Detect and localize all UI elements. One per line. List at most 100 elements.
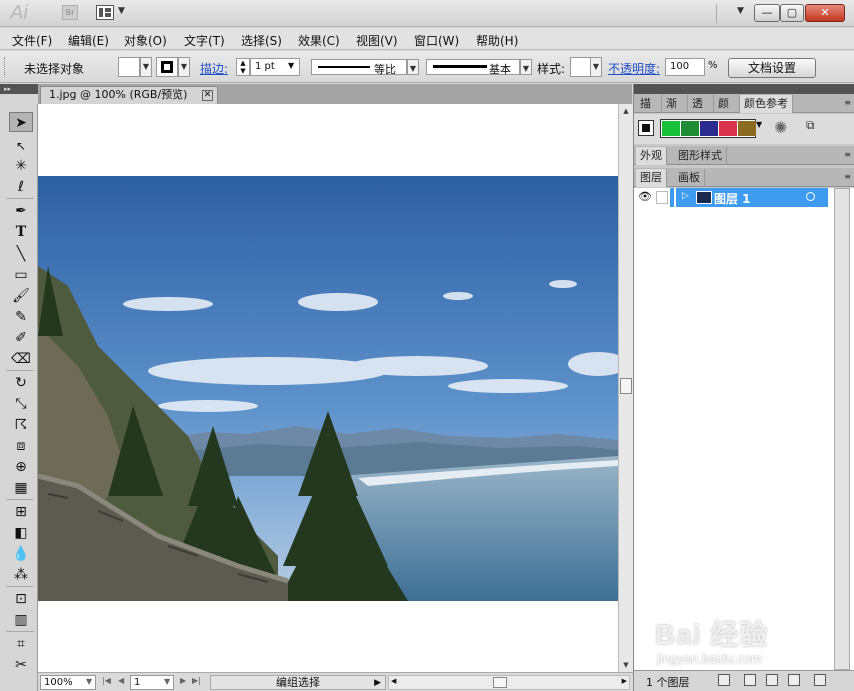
- status-menu-arrow-icon[interactable]: ▶: [374, 676, 381, 690]
- scroll-up-icon[interactable]: ▲: [619, 104, 633, 118]
- menu-window[interactable]: 窗口(W): [414, 32, 459, 49]
- shape-builder-tool-icon[interactable]: ⊕: [9, 457, 33, 477]
- lock-toggle[interactable]: [656, 191, 668, 204]
- toolbox-header[interactable]: ▸▸: [0, 84, 38, 94]
- menu-edit[interactable]: 编辑(E): [68, 32, 109, 49]
- menu-view[interactable]: 视图(V): [356, 32, 398, 49]
- magic-wand-tool-icon[interactable]: ✳: [9, 156, 33, 176]
- scroll-down-icon[interactable]: ▼: [619, 658, 633, 672]
- close-button[interactable]: ✕: [805, 4, 845, 22]
- layer-name[interactable]: 图层 1: [714, 190, 751, 207]
- color-wheel-icon[interactable]: ✺: [774, 118, 787, 137]
- tab-stroke[interactable]: 描边: [636, 95, 662, 113]
- workspace-switcher-chevron-icon[interactable]: ▼: [737, 6, 744, 16]
- brush-dropdown[interactable]: ▼: [520, 59, 532, 75]
- document-tab[interactable]: 1.jpg @ 100% (RGB/预览) ✕: [40, 86, 218, 104]
- panel-menu-icon[interactable]: ≡: [844, 98, 851, 107]
- create-sublayer-icon[interactable]: [766, 674, 778, 686]
- layers-scrollbar[interactable]: [834, 188, 850, 670]
- arrange-documents-icon[interactable]: [96, 5, 114, 20]
- menu-help[interactable]: 帮助(H): [476, 32, 518, 49]
- minimize-button[interactable]: —: [754, 4, 780, 22]
- lasso-tool-icon[interactable]: ℓ: [9, 177, 33, 197]
- opacity-link[interactable]: 不透明度:: [608, 60, 660, 77]
- harmony-swatch[interactable]: [738, 121, 756, 136]
- stroke-stepper[interactable]: ▲ ▼: [236, 58, 250, 76]
- eraser-tool-icon[interactable]: ⌫: [9, 349, 33, 369]
- chevron-down-icon[interactable]: ▼: [86, 677, 92, 686]
- blend-tool-icon[interactable]: ⁂: [9, 565, 33, 585]
- stroke-link[interactable]: 描边:: [200, 60, 228, 77]
- line-segment-tool-icon[interactable]: ╲: [9, 244, 33, 264]
- scroll-thumb[interactable]: [620, 378, 632, 394]
- menu-object[interactable]: 对象(O): [124, 32, 167, 49]
- chevron-down-icon[interactable]: ▼: [288, 61, 294, 70]
- graphic-style-swatch[interactable]: [570, 57, 592, 77]
- previous-artboard-icon[interactable]: ◀: [118, 676, 124, 685]
- first-artboard-icon[interactable]: |◀: [102, 676, 111, 685]
- harmony-swatch[interactable]: [700, 121, 718, 136]
- menu-type[interactable]: 文字(T): [184, 32, 225, 49]
- profile-dropdown[interactable]: ▼: [407, 59, 419, 75]
- perspective-grid-tool-icon[interactable]: ▦: [9, 478, 33, 498]
- harmony-swatch[interactable]: [719, 121, 737, 136]
- fill-dropdown[interactable]: ▼: [140, 57, 152, 77]
- last-artboard-icon[interactable]: ▶|: [192, 676, 201, 685]
- tab-layers[interactable]: 图层: [636, 169, 667, 187]
- tab-artboards[interactable]: 画板: [674, 169, 705, 187]
- panel-dock-header[interactable]: [634, 84, 854, 94]
- chevron-down-icon[interactable]: ▼: [118, 6, 125, 16]
- symbol-sprayer-tool-icon[interactable]: ⊡: [9, 589, 33, 609]
- scroll-left-icon[interactable]: ◀: [391, 677, 396, 685]
- tab-transparency[interactable]: 透明: [688, 95, 714, 113]
- grip-handle[interactable]: [4, 57, 7, 77]
- free-transform-tool-icon[interactable]: ⧈: [9, 436, 33, 456]
- placed-image-landscape[interactable]: [38, 176, 618, 601]
- pen-tool-icon[interactable]: ✒: [9, 201, 33, 221]
- bridge-button[interactable]: Br: [62, 5, 78, 20]
- mesh-tool-icon[interactable]: ⊞: [9, 502, 33, 522]
- artboard-tool-icon[interactable]: ⌗: [9, 634, 33, 654]
- gradient-tool-icon[interactable]: ◧: [9, 523, 33, 543]
- menu-effect[interactable]: 效果(C): [298, 32, 340, 49]
- harmony-colors-bar[interactable]: [660, 119, 756, 138]
- menu-select[interactable]: 选择(S): [241, 32, 282, 49]
- make-clipping-mask-icon[interactable]: [744, 674, 756, 686]
- harmony-swatch[interactable]: [681, 121, 699, 136]
- panel-menu-icon[interactable]: ≡: [844, 172, 851, 181]
- harmony-swatch[interactable]: [662, 121, 680, 136]
- delete-layer-icon[interactable]: [814, 674, 826, 686]
- layer-row[interactable]: 👁 ▷ 图层 1: [634, 188, 832, 207]
- style-dropdown[interactable]: ▼: [590, 57, 602, 77]
- maximize-button[interactable]: ▢: [780, 4, 804, 22]
- close-tab-icon[interactable]: ✕: [202, 90, 213, 101]
- locate-object-icon[interactable]: [718, 674, 730, 686]
- document-setup-button[interactable]: 文档设置: [728, 58, 816, 78]
- stroke-dropdown[interactable]: ▼: [178, 57, 190, 77]
- save-color-group-icon[interactable]: ⧉: [806, 118, 815, 133]
- target-icon[interactable]: [806, 192, 815, 201]
- menu-file[interactable]: 文件(F): [12, 32, 52, 49]
- scroll-right-icon[interactable]: ▶: [622, 677, 627, 685]
- opacity-field[interactable]: 100: [665, 58, 705, 76]
- panel-menu-icon[interactable]: ≡: [844, 150, 851, 159]
- scale-tool-icon[interactable]: ⤡: [9, 394, 33, 414]
- column-graph-tool-icon[interactable]: ▥: [9, 610, 33, 630]
- brush-definition[interactable]: 基本: [426, 59, 520, 76]
- scroll-thumb[interactable]: [493, 677, 507, 688]
- artboard-canvas[interactable]: [38, 104, 618, 672]
- tab-appearance[interactable]: 外观: [636, 147, 667, 165]
- type-tool-icon[interactable]: T: [9, 222, 33, 242]
- tab-color-guide[interactable]: 颜色参考: [740, 95, 793, 113]
- current-tool-status[interactable]: 编组选择 ▶: [210, 675, 386, 690]
- next-artboard-icon[interactable]: ▶: [180, 676, 186, 685]
- eyedropper-tool-icon[interactable]: 💧: [9, 544, 33, 564]
- fill-swatch[interactable]: [118, 57, 140, 77]
- warp-tool-icon[interactable]: ☈: [9, 415, 33, 435]
- tab-graphic-styles[interactable]: 图形样式: [674, 147, 727, 165]
- tab-gradient[interactable]: 渐变: [662, 95, 688, 113]
- slice-tool-icon[interactable]: ✂: [9, 655, 33, 675]
- visibility-eye-icon[interactable]: 👁: [638, 190, 652, 203]
- vertical-scrollbar[interactable]: ▲ ▼: [618, 104, 633, 672]
- pencil-tool-icon[interactable]: ✎: [9, 307, 33, 327]
